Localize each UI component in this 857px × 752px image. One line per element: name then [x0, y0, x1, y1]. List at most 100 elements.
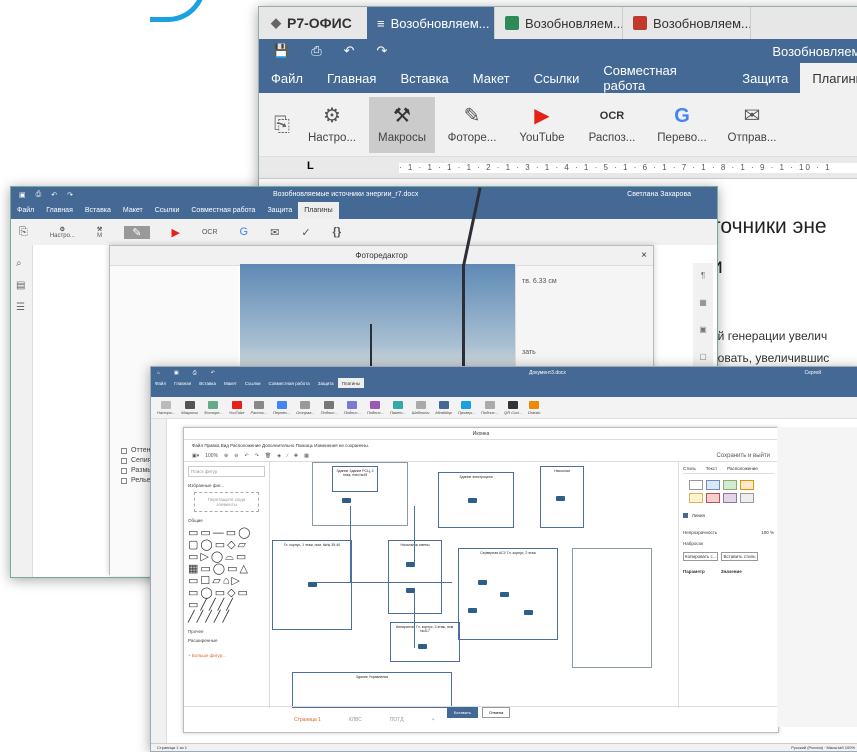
menu-plugins[interactable]: Плагины — [298, 202, 339, 219]
redo-icon[interactable]: ↷ — [377, 43, 388, 59]
plugin-youtube-button[interactable]: ▶ YouTube — [509, 97, 575, 153]
print-icon[interactable]: ⎙ — [311, 43, 321, 59]
undo-icon[interactable]: ↶ — [51, 191, 57, 199]
plugin-settings-button[interactable]: ⚙ Настро... — [50, 226, 75, 239]
shape-icon[interactable]: ▢ — [699, 352, 707, 361]
paste-style-button[interactable]: Вставить стиль — [721, 552, 758, 561]
plugin-button[interactable]: MindMap — [435, 400, 452, 415]
opacity-value[interactable]: 100 % — [761, 530, 774, 535]
menu-file[interactable]: Файл — [151, 378, 170, 388]
menu-collaboration[interactable]: Совместная работа — [185, 202, 261, 219]
insert-icon[interactable]: ✚ — [294, 453, 298, 459]
photo-editor-icon[interactable]: ✎ — [124, 225, 150, 239]
comments-icon[interactable]: ▤ — [16, 275, 27, 297]
menu-protection[interactable]: Защита — [261, 202, 298, 219]
plugin-button[interactable]: Шаблоны — [412, 400, 429, 415]
doc-tab-1[interactable]: ≡Возобновляем...× — [367, 7, 495, 39]
menu-home[interactable]: Главная — [170, 378, 195, 388]
favorites-section[interactable]: Избранные фиг... — [188, 483, 265, 488]
table-icon[interactable]: ▦ — [699, 298, 707, 307]
plugin-button[interactable]: YouTube — [229, 400, 245, 415]
plugin-button[interactable]: Провер... — [458, 400, 475, 415]
menu-references[interactable]: Ссылки — [149, 202, 186, 219]
fill-icon[interactable]: ◈ — [277, 453, 281, 459]
menu-protection[interactable]: Защита — [730, 63, 800, 93]
add-page-icon[interactable]: + — [432, 717, 435, 723]
more-shapes-button[interactable]: + Больше фигур... — [188, 653, 265, 658]
plugin-button[interactable]: Подпис... — [344, 400, 361, 415]
image-settings-icon[interactable]: ▣ — [699, 325, 707, 334]
youtube-icon[interactable]: ▶ — [172, 226, 180, 239]
menu-layout[interactable]: Макет — [220, 378, 241, 388]
page-tab-3[interactable]: ПОТД — [390, 717, 404, 723]
menu-plugins[interactable]: Плагины — [337, 378, 364, 388]
node-admin-building[interactable]: Здание Управления — [292, 672, 452, 708]
copy-style-button[interactable]: Копировать с... — [683, 552, 719, 561]
navigation-icon[interactable]: ☰ — [16, 297, 27, 319]
zoom-level[interactable]: 100% — [205, 453, 218, 459]
menu-layout[interactable]: Макет — [461, 63, 522, 93]
print-icon[interactable]: ⎙ — [36, 191, 42, 199]
menu-insert[interactable]: Вставка — [79, 202, 117, 219]
node-hardware-room[interactable]: Аппаратная Гл. корпус, 3 этаж, пом. №417 — [390, 622, 460, 662]
plugin-macros-button[interactable]: ⚒ M — [97, 226, 102, 239]
advanced-section[interactable]: Расширенные — [188, 638, 265, 643]
doc-tab-3[interactable]: Возобновляем... — [623, 7, 751, 39]
plugin-translate-button[interactable]: G Перево... — [649, 97, 715, 153]
translate-icon[interactable]: G — [240, 226, 249, 238]
insert-button[interactable]: Вставить — [447, 707, 478, 718]
tab-text[interactable]: Текст — [706, 466, 717, 471]
line-icon[interactable]: ∕ — [287, 453, 288, 459]
diagram-canvas[interactable]: Здание Здание РСЦ, 2 этаж, пом №45 Здани… — [272, 462, 676, 708]
node-shift-supervisor[interactable]: Начальник смены — [388, 540, 442, 614]
mail-icon[interactable]: ✉ — [270, 226, 279, 239]
plugin-button[interactable]: Перево... — [273, 400, 290, 415]
drop-zone[interactable]: Перетащите сюда элементы — [194, 492, 259, 512]
plugin-button[interactable]: Подпис... — [481, 400, 498, 415]
misc-section[interactable]: Прочее — [188, 629, 265, 634]
plugin-button[interactable]: Пакет... — [390, 400, 406, 415]
plugin-button[interactable]: Настро... — [157, 400, 175, 415]
tab-arrange[interactable]: Расположение — [727, 466, 758, 471]
menu-references[interactable]: Ссылки — [241, 378, 265, 388]
plugin-settings-button[interactable]: ⚙ Настро... — [299, 97, 365, 153]
tab-style[interactable]: Стиль — [683, 466, 696, 471]
tab-stop-icon[interactable]: L — [307, 160, 314, 172]
close-icon[interactable]: × — [641, 250, 647, 261]
zoom-in-icon[interactable]: ⊕ — [224, 453, 228, 459]
doc-tab-2[interactable]: Возобновляем... — [495, 7, 623, 39]
menu-plugins[interactable]: Плагины — [800, 63, 857, 93]
save-icon[interactable]: ▣ — [174, 370, 179, 376]
plugin-drawio-button[interactable]: Drawio — [528, 400, 540, 415]
undo-icon[interactable]: ↶ — [344, 43, 355, 59]
page-tab-2[interactable]: КЛВС — [349, 717, 362, 723]
ocr-icon[interactable]: OCR — [202, 229, 218, 236]
menu-file[interactable]: Файл — [259, 63, 315, 93]
menu-protection[interactable]: Защита — [314, 378, 338, 388]
undo-icon[interactable]: ↶ — [244, 453, 248, 459]
save-and-exit-button[interactable]: Сохранить и выйти — [717, 453, 770, 459]
shape-grid[interactable]: ▭▭―▭◯ ▢◯▭◇▱ ▭▷◯⌓▭ ▦▭◯▭△ ▭☐▱⌂▷ ▭◯▭◇▭ ▭╱╱╱╱ ╱╱╱╱╱ — [188, 527, 265, 623]
plugin-button[interactable]: Фоторе... — [204, 400, 223, 415]
menu-insert[interactable]: Вставка — [388, 63, 460, 93]
plugin-button[interactable]: Макросы — [181, 400, 198, 415]
signature-icon[interactable]: ✓ — [301, 226, 310, 239]
shape-search-input[interactable]: Поиск фигур — [188, 466, 265, 477]
line-checkbox[interactable]: Линия — [692, 513, 705, 518]
copy-icon[interactable]: ⎘ — [269, 97, 295, 153]
plugin-photo-editor-button[interactable]: ✎ Фоторе... — [439, 97, 505, 153]
view-icon[interactable]: ▣▾ — [192, 453, 199, 459]
menu-references[interactable]: Ссылки — [522, 63, 592, 93]
copy-icon[interactable]: ⎘ — [19, 226, 28, 239]
plugin-macros-button[interactable]: ⚒ Макросы — [369, 96, 435, 153]
redo-icon[interactable]: ↷ — [67, 191, 73, 199]
table-icon[interactable]: ▦ — [304, 453, 309, 459]
paragraph-icon[interactable]: ¶ — [701, 271, 705, 280]
menu-collaboration[interactable]: Совместная работа — [591, 63, 730, 93]
plugin-button[interactable]: Подпис... — [321, 400, 338, 415]
drawio-menu[interactable]: Файл Правка Вид Расположение Дополнитель… — [184, 440, 778, 450]
plugin-button[interactable]: QR Cod... — [504, 400, 522, 415]
redo-icon[interactable]: ↷ — [255, 453, 259, 459]
language-zoom[interactable]: Русский (Россия) · Масштаб 100% — [791, 745, 855, 750]
search-icon[interactable]: ⌕ — [16, 253, 27, 275]
